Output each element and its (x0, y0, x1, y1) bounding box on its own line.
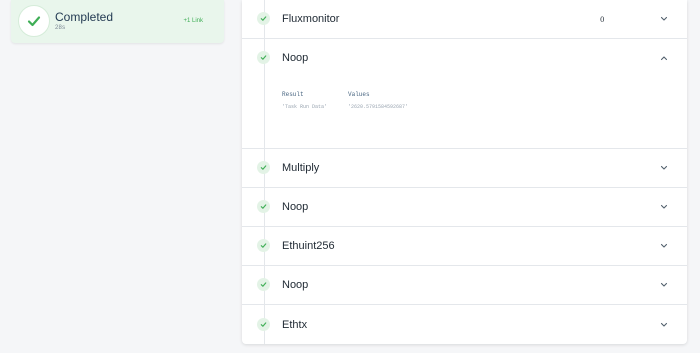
link-count[interactable]: +1 Link (183, 18, 203, 24)
task-row-fluxmonitor[interactable]: Fluxmonitor 0 (242, 0, 687, 39)
chevron-down-icon[interactable] (659, 320, 669, 330)
task-name: Fluxmonitor (282, 13, 340, 25)
run-status-title: Completed (55, 10, 114, 24)
result-cell: 'Task Run Data' (282, 104, 328, 110)
task-row-multiply[interactable]: Multiply (242, 149, 687, 188)
task-name: Noop (282, 279, 309, 291)
task-runs-panel: Fluxmonitor 0 Noop Result Values 'Task R… (242, 0, 687, 344)
check-icon (257, 161, 270, 174)
check-icon (257, 239, 270, 252)
task-details-noop: Result Values 'Task Run Data' '2620.5791… (242, 39, 687, 149)
task-row-ethtx[interactable]: Ethtx (242, 305, 687, 344)
chevron-down-icon[interactable] (659, 163, 669, 173)
chevron-down-icon[interactable] (659, 241, 669, 251)
task-count: 0 (600, 16, 605, 24)
task-name: Ethuint256 (282, 240, 335, 252)
check-icon (257, 12, 270, 25)
chevron-down-icon[interactable] (659, 280, 669, 290)
task-row-noop[interactable]: Noop (242, 266, 687, 305)
check-icon (257, 278, 270, 291)
check-icon (257, 318, 270, 331)
value-cell: '2620.5791584592687' (348, 104, 409, 110)
chevron-down-icon[interactable] (659, 202, 669, 212)
task-row-ethuint256[interactable]: Ethuint256 (242, 227, 687, 266)
task-name: Multiply (282, 162, 320, 174)
task-name: Ethtx (282, 319, 308, 331)
task-name: Noop (282, 201, 309, 213)
chevron-down-icon[interactable] (659, 14, 669, 24)
run-duration: 28s (55, 25, 66, 31)
result-column-header: Result (282, 91, 304, 98)
task-row-noop[interactable]: Noop (242, 188, 687, 227)
run-status-card: Completed 28s +1 Link (11, 0, 224, 43)
check-icon (257, 200, 270, 213)
values-column-header: Values (348, 91, 370, 98)
completed-check-icon (18, 5, 50, 37)
